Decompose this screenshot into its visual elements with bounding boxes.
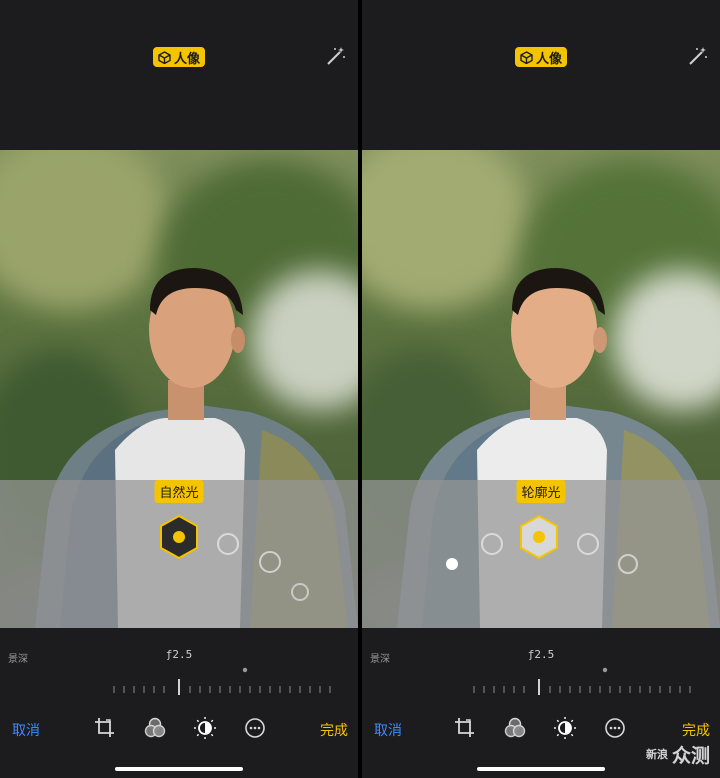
magic-wand-icon[interactable] — [324, 46, 346, 68]
portrait-badge-label: 人像 — [173, 51, 201, 67]
depth-slider[interactable] — [362, 666, 720, 706]
filters-icon[interactable] — [503, 716, 527, 740]
home-indicator[interactable] — [477, 767, 605, 771]
top-toolbar: 人像 — [0, 0, 358, 150]
portrait-badge-label: 人像 — [535, 51, 563, 67]
portrait-mode-button[interactable]: 人像 — [514, 47, 568, 67]
portrait-mode-button[interactable]: 人像 — [152, 47, 206, 67]
lighting-mode-label: 轮廓光 — [516, 480, 566, 503]
more-icon[interactable] — [603, 716, 627, 740]
top-toolbar: 人像 — [362, 0, 720, 150]
watermark: 新浪 众测 — [646, 741, 710, 768]
depth-slider[interactable] — [0, 666, 358, 706]
watermark-brand-large: 众测 — [671, 745, 710, 767]
magic-wand-icon[interactable] — [686, 46, 708, 68]
home-indicator[interactable] — [115, 767, 243, 771]
lighting-option-contour[interactable] — [520, 514, 558, 560]
lighting-option-stage[interactable] — [291, 583, 309, 601]
aperture-value: ƒ2.5 — [165, 648, 193, 661]
lighting-mode-label: 自然光 — [154, 480, 204, 503]
lighting-option-contour[interactable] — [259, 551, 281, 573]
photo-preview[interactable]: 轮廓光 — [362, 150, 720, 628]
bottom-toolbar: 景深 ƒ2.5 取消 — [0, 628, 358, 778]
crop-icon[interactable] — [453, 716, 477, 740]
more-icon[interactable] — [243, 716, 267, 740]
cube-icon — [520, 50, 533, 64]
lighting-option-studio[interactable] — [217, 533, 239, 555]
done-button[interactable]: 完成 — [320, 720, 348, 740]
lighting-option-natural[interactable] — [446, 558, 458, 570]
editor-panel-left: 人像 自然光 景深 ƒ2.5 取消 完成 — [0, 0, 358, 778]
lighting-option-stage[interactable] — [577, 533, 599, 555]
lighting-option-natural[interactable] — [160, 514, 198, 560]
crop-icon[interactable] — [93, 716, 117, 740]
filters-icon[interactable] — [143, 716, 167, 740]
cancel-button[interactable]: 取消 — [374, 720, 402, 740]
photo-preview[interactable]: 自然光 — [0, 150, 358, 628]
cancel-button[interactable]: 取消 — [12, 720, 40, 740]
editor-panel-right: 人像 轮廓光 景深 ƒ2.5 取消 完成 新浪 众测 — [362, 0, 720, 778]
adjust-icon[interactable] — [193, 716, 217, 740]
aperture-value: ƒ2.5 — [527, 648, 555, 661]
lighting-option-stage-mono[interactable] — [618, 554, 638, 574]
adjust-icon[interactable] — [553, 716, 577, 740]
done-button[interactable]: 完成 — [682, 720, 710, 740]
depth-label: 景深 — [8, 654, 28, 665]
watermark-brand-small: 新浪 — [645, 747, 668, 761]
lighting-option-studio[interactable] — [481, 533, 503, 555]
depth-label: 景深 — [370, 654, 390, 665]
cube-icon — [158, 50, 171, 64]
bottom-toolbar: 景深 ƒ2.5 取消 — [362, 628, 720, 778]
